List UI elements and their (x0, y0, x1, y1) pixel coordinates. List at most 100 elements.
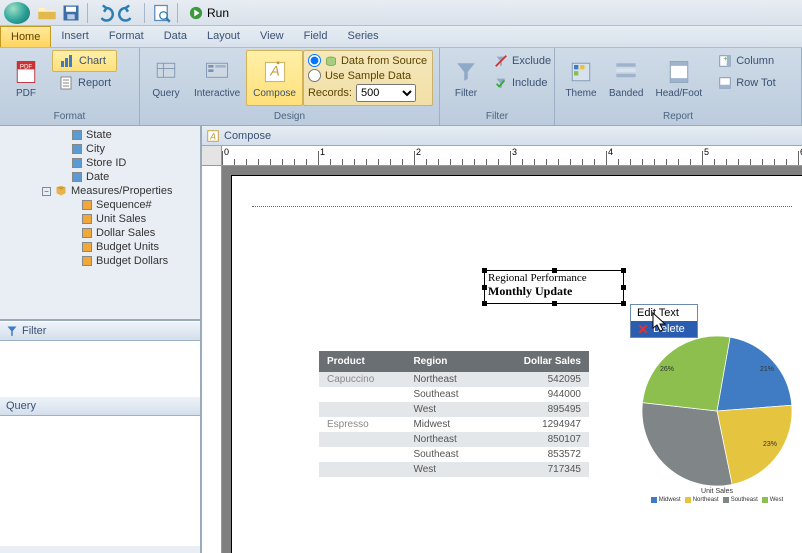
sidebar: State City Store ID Date − Measures/Prop… (0, 126, 202, 553)
horizontal-ruler: 0123456 (202, 146, 802, 166)
open-button[interactable] (36, 2, 58, 24)
collapse-icon[interactable]: − (42, 187, 51, 196)
delete-icon (637, 323, 649, 335)
group-filter-label: Filter (440, 111, 554, 125)
query-button[interactable]: Query (144, 50, 188, 106)
tree-measure[interactable]: Unit Sales (2, 212, 198, 226)
data-options-panel: Data from Source Use Sample Data Records… (303, 50, 433, 106)
query-panel-body[interactable] (0, 416, 200, 546)
tree-measure[interactable]: Dollar Sales (2, 226, 198, 240)
chart-title: Unit Sales (627, 488, 802, 495)
ribbon: PDF PDF Chart Report Format Query (0, 48, 802, 126)
pdf-button[interactable]: PDF PDF (4, 50, 48, 106)
tree-field[interactable]: Date (2, 170, 198, 184)
measure-icon (82, 200, 92, 210)
slice-label: 26% (660, 366, 674, 373)
work-area: State City Store ID Date − Measures/Prop… (0, 126, 802, 553)
slice-label: 23% (763, 441, 777, 448)
field-tree[interactable]: State City Store ID Date − Measures/Prop… (0, 126, 200, 321)
save-button[interactable] (60, 2, 82, 24)
svg-text:PDF: PDF (20, 63, 32, 70)
include-button[interactable]: Include (488, 72, 557, 94)
svg-text:A: A (269, 62, 279, 78)
tab-insert[interactable]: Insert (51, 26, 99, 47)
table-row[interactable]: Northeast850107 (319, 432, 589, 447)
tree-measures-node[interactable]: − Measures/Properties (2, 184, 198, 198)
quick-access-toolbar: Run (0, 0, 802, 26)
tab-layout[interactable]: Layout (197, 26, 250, 47)
tab-home[interactable]: Home (0, 26, 51, 47)
redo-button[interactable] (117, 2, 139, 24)
col-header[interactable]: Product (319, 351, 405, 372)
compose-icon: A (206, 129, 220, 143)
table-row[interactable]: West895495 (319, 402, 589, 417)
undo-button[interactable] (93, 2, 115, 24)
app-logo-icon (4, 2, 30, 24)
query-panel-title[interactable]: Query (0, 396, 200, 416)
tab-data[interactable]: Data (154, 26, 197, 47)
preview-button[interactable] (150, 2, 172, 24)
table-row[interactable]: Southeast944000 (319, 387, 589, 402)
group-report-label: Report (555, 111, 801, 125)
field-icon (72, 158, 82, 168)
tree-measure[interactable]: Budget Units (2, 240, 198, 254)
report-page[interactable]: Regional Performance Monthly Update Edit… (232, 176, 802, 553)
measure-icon (82, 228, 92, 238)
report-title-textbox[interactable]: Regional Performance Monthly Update (484, 270, 624, 304)
tab-view[interactable]: View (250, 26, 294, 47)
headfoot-button[interactable]: Head/Foot (649, 50, 708, 106)
field-icon (72, 144, 82, 154)
col-header[interactable]: Region (405, 351, 488, 372)
run-label: Run (207, 6, 229, 20)
exclude-button[interactable]: Exclude (488, 50, 557, 72)
col-header[interactable]: Dollar Sales (489, 351, 589, 372)
compose-button[interactable]: A Compose (246, 50, 303, 106)
data-table: Product Region Dollar Sales CapuccinoNor… (319, 351, 589, 477)
tree-field[interactable]: Store ID (2, 156, 198, 170)
ribbon-tabstrip: Home Insert Format Data Layout View Fiel… (0, 26, 802, 48)
filter-panel-title[interactable]: Filter (0, 321, 200, 341)
column-button[interactable]: + Column (712, 50, 782, 72)
interactive-button[interactable]: Interactive (188, 50, 246, 106)
group-format-label: Format (0, 111, 139, 125)
tree-field[interactable]: State (2, 128, 198, 142)
tree-measure[interactable]: Budget Dollars (2, 254, 198, 268)
ctx-edit-text[interactable]: Edit Text (631, 305, 697, 321)
filter-panel-body[interactable] (0, 341, 200, 396)
tab-field[interactable]: Field (294, 26, 338, 47)
table-row[interactable]: EspressoMidwest1294947 (319, 417, 589, 432)
table-row[interactable]: CapuccinoNortheast542095 (319, 372, 589, 387)
vertical-ruler (202, 166, 222, 553)
chart-button[interactable]: Chart (52, 50, 117, 72)
svg-text:+: + (723, 56, 727, 63)
tree-measure[interactable]: Sequence# (2, 198, 198, 212)
table-row[interactable]: West717345 (319, 462, 589, 477)
data-from-source-radio[interactable] (308, 54, 321, 67)
pie-chart[interactable]: 21% 23% 26% Unit Sales MidwestNortheastS… (627, 336, 802, 503)
folder-icon (55, 185, 67, 197)
tab-format[interactable]: Format (99, 26, 154, 47)
use-sample-data-radio[interactable] (308, 69, 321, 82)
field-icon (72, 172, 82, 182)
context-menu: Edit Text Delete (630, 304, 698, 338)
records-select[interactable]: 500 (356, 84, 416, 102)
measure-icon (82, 242, 92, 252)
measure-icon (82, 214, 92, 224)
report-button[interactable]: Report (52, 72, 117, 94)
theme-button[interactable]: Theme (559, 50, 603, 106)
tab-series[interactable]: Series (337, 26, 388, 47)
funnel-icon (6, 325, 18, 337)
run-button[interactable]: Run (183, 4, 235, 22)
banded-button[interactable]: Banded (603, 50, 649, 106)
svg-text:A: A (209, 131, 216, 141)
filter-button[interactable]: Filter (444, 50, 488, 106)
chart-legend: MidwestNortheastSoutheastWest (627, 497, 802, 503)
ctx-delete[interactable]: Delete (631, 321, 697, 337)
field-icon (72, 130, 82, 140)
compose-header: A Compose (202, 126, 802, 146)
canvas-area: A Compose 0123456 Regional Performance M… (202, 126, 802, 553)
tree-field[interactable]: City (2, 142, 198, 156)
group-design-label: Design (140, 111, 439, 125)
rowtotal-button[interactable]: Row Tot (712, 72, 782, 94)
table-row[interactable]: Southeast853572 (319, 447, 589, 462)
